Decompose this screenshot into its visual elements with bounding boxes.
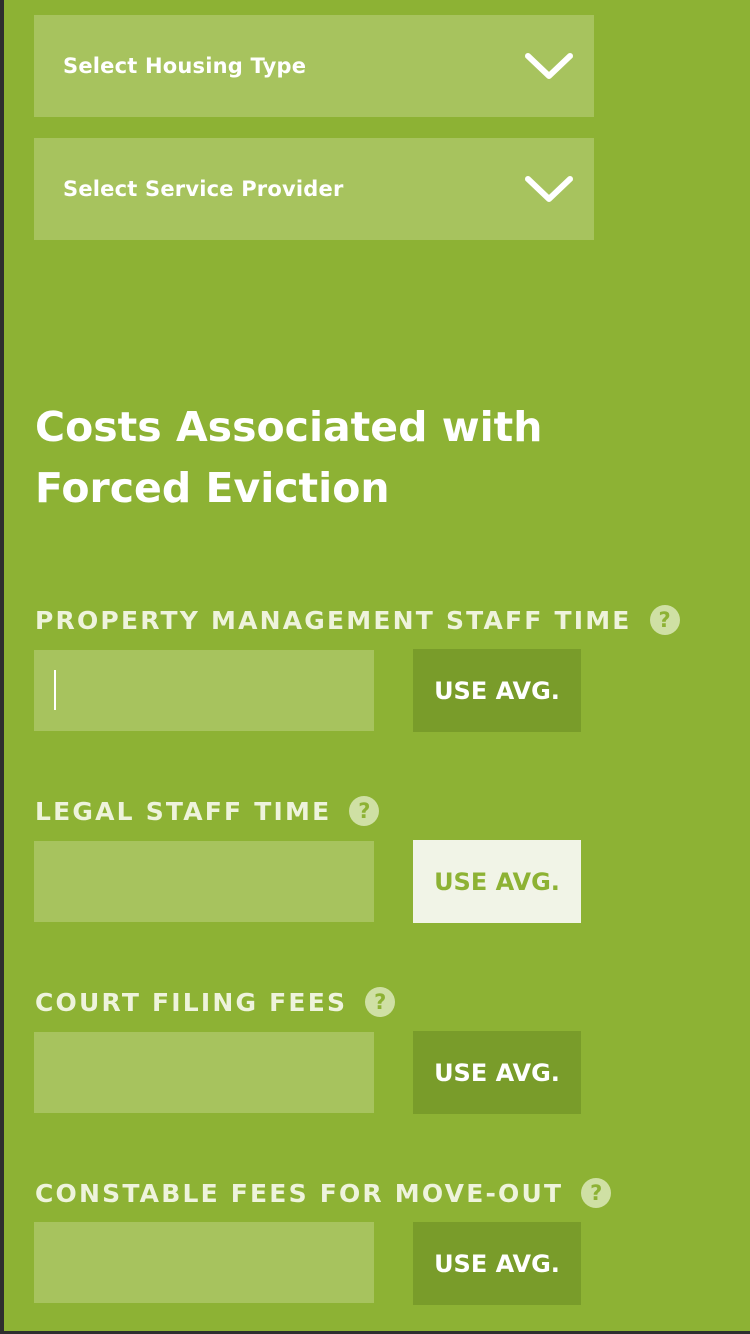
- legal-staff-time-label: LEGAL STAFF TIME ?: [35, 791, 380, 831]
- housing-type-select[interactable]: Select Housing Type: [34, 15, 594, 117]
- section-title: Costs Associated with Forced Eviction: [35, 403, 543, 512]
- housing-type-select-label: Select Housing Type: [63, 54, 307, 78]
- legal-staff-time-input[interactable]: [34, 841, 374, 922]
- field-label-text: LEGAL STAFF TIME: [35, 796, 332, 826]
- use-avg-button[interactable]: USE AVG.: [413, 1031, 581, 1114]
- service-provider-select[interactable]: Select Service Provider: [34, 138, 594, 240]
- property-management-staff-time-input[interactable]: [34, 650, 374, 731]
- field-label-text: CONSTABLE FEES FOR MOVE-OUT: [35, 1178, 564, 1208]
- help-icon[interactable]: ?: [581, 1178, 612, 1208]
- constable-fees-label: CONSTABLE FEES FOR MOVE-OUT ?: [35, 1173, 612, 1213]
- property-management-staff-time-label: PROPERTY MANAGEMENT STAFF TIME ?: [35, 600, 680, 640]
- field-label-text: PROPERTY MANAGEMENT STAFF TIME: [35, 605, 632, 635]
- help-icon[interactable]: ?: [365, 987, 396, 1017]
- chevron-down-icon: [525, 53, 573, 79]
- help-icon[interactable]: ?: [349, 796, 380, 826]
- court-filing-fees-label: COURT FILING FEES ?: [35, 982, 396, 1022]
- service-provider-select-label: Select Service Provider: [63, 177, 344, 201]
- chevron-down-icon: [525, 176, 573, 202]
- window-left-edge: [0, 0, 4, 1334]
- constable-fees-input[interactable]: [34, 1222, 374, 1303]
- use-avg-button[interactable]: USE AVG.: [413, 649, 581, 732]
- court-filing-fees-input[interactable]: [34, 1032, 374, 1113]
- use-avg-button[interactable]: USE AVG.: [413, 1222, 581, 1305]
- help-icon[interactable]: ?: [649, 605, 680, 635]
- text-cursor: [54, 670, 56, 710]
- field-label-text: COURT FILING FEES: [35, 987, 348, 1017]
- use-avg-button[interactable]: USE AVG.: [413, 840, 581, 923]
